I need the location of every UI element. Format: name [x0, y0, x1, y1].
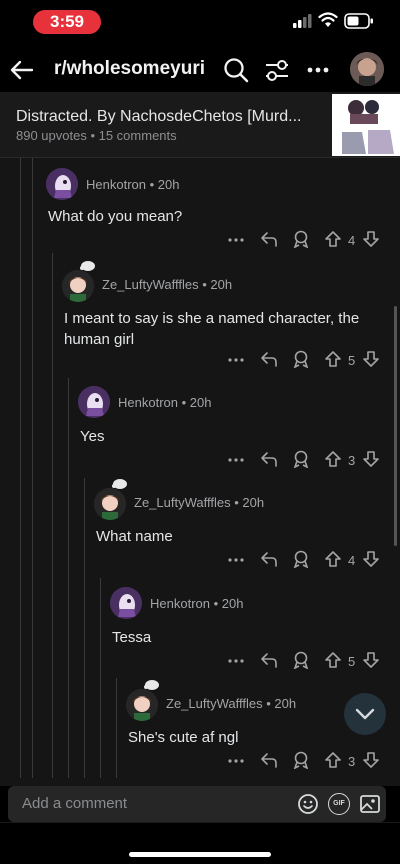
comment-author[interactable]: Henkotron • 20h: [86, 177, 179, 192]
comment-body: I meant to say is she a named character,…: [64, 310, 360, 348]
avatar[interactable]: [110, 587, 142, 619]
award-icon[interactable]: [292, 230, 310, 248]
gif-icon[interactable]: GIF: [328, 793, 350, 815]
avatar[interactable]: [62, 270, 94, 302]
vote-count: 3: [348, 754, 356, 769]
more-horizontal-icon[interactable]: [228, 757, 244, 765]
downvote-icon[interactable]: [362, 450, 380, 468]
reply-icon[interactable]: [260, 450, 278, 468]
comment-actions: 3: [228, 751, 388, 773]
cellular-signal-icon: [293, 14, 312, 28]
post-thumbnail[interactable]: [332, 94, 400, 156]
comment: Henkotron • 20h What do you mean? 4: [46, 168, 396, 263]
thread-line[interactable]: [84, 478, 85, 778]
more-horizontal-icon[interactable]: [228, 236, 244, 244]
more-horizontal-icon[interactable]: [306, 61, 330, 79]
upvote-icon[interactable]: [324, 550, 342, 568]
comment-author[interactable]: Ze_LuftyWafffles • 20h: [134, 495, 264, 510]
avatar[interactable]: [46, 168, 78, 200]
upvote-icon[interactable]: [324, 450, 342, 468]
thread-line[interactable]: [20, 158, 21, 778]
comment-body: What name: [96, 528, 173, 545]
comment-actions: 4: [228, 550, 388, 572]
avatar[interactable]: [78, 386, 110, 418]
battery-icon: [344, 13, 373, 29]
upvote-icon[interactable]: [324, 350, 342, 368]
downvote-icon[interactable]: [362, 350, 380, 368]
comment-actions: 3: [228, 450, 388, 472]
home-indicator[interactable]: [129, 852, 271, 857]
upvote-icon[interactable]: [324, 230, 342, 248]
emoji-icon[interactable]: [296, 792, 320, 816]
comment-author[interactable]: Ze_LuftyWafffles • 20h: [102, 277, 232, 292]
wifi-icon: [318, 12, 338, 27]
comment: Ze_LuftyWafffles • 20h I meant to say is…: [62, 261, 392, 378]
more-horizontal-icon[interactable]: [228, 556, 244, 564]
comment-actions: 5: [228, 651, 388, 673]
reply-icon[interactable]: [260, 751, 278, 769]
thread-line[interactable]: [32, 158, 33, 778]
more-horizontal-icon[interactable]: [228, 456, 244, 464]
comment: Henkotron • 20h Tessa 5: [110, 587, 392, 677]
award-icon[interactable]: [292, 350, 310, 368]
reply-icon[interactable]: [260, 550, 278, 568]
vote-count: 5: [348, 353, 356, 368]
downvote-icon[interactable]: [362, 230, 380, 248]
comment-body: She's cute af ngl: [128, 729, 239, 746]
avatar[interactable]: [126, 689, 158, 721]
upvote-icon[interactable]: [324, 751, 342, 769]
award-icon[interactable]: [292, 751, 310, 769]
status-bar: 3:59: [0, 0, 400, 44]
avatar[interactable]: [94, 488, 126, 520]
top-nav: r/wholesomeyuri: [0, 44, 400, 96]
comment: Henkotron • 20h Yes 3: [78, 386, 392, 476]
thread-line[interactable]: [116, 678, 117, 778]
award-icon[interactable]: [292, 651, 310, 669]
post-title[interactable]: Distracted. By NachosdeChetos [Murd...: [16, 108, 328, 126]
next-comment-button[interactable]: [344, 693, 386, 735]
comment-body: Tessa: [112, 629, 152, 646]
comment-author[interactable]: Henkotron • 20h: [118, 395, 211, 410]
more-horizontal-icon[interactable]: [228, 657, 244, 665]
more-horizontal-icon[interactable]: [228, 356, 244, 364]
upvote-icon[interactable]: [324, 651, 342, 669]
add-comment-bar[interactable]: Add a comment GIF: [8, 786, 386, 822]
comment-author[interactable]: Ze_LuftyWafffles • 20h: [166, 696, 296, 711]
comment-actions: 4: [228, 230, 388, 252]
downvote-icon[interactable]: [362, 651, 380, 669]
reply-icon[interactable]: [260, 350, 278, 368]
subreddit-title[interactable]: r/wholesomeyuri: [54, 58, 205, 80]
reply-icon[interactable]: [260, 230, 278, 248]
chevron-down-icon: [355, 708, 375, 720]
scrollbar[interactable]: [394, 306, 397, 546]
home-indicator-area: [0, 822, 400, 864]
comment-author[interactable]: Henkotron • 20h: [150, 596, 243, 611]
award-icon[interactable]: [292, 450, 310, 468]
back-arrow-icon[interactable]: [6, 54, 38, 86]
reply-icon[interactable]: [260, 651, 278, 669]
comment-thread: Henkotron • 20h What do you mean? 4 Ze_L…: [0, 158, 400, 786]
post-meta: 890 upvotes • 15 comments: [16, 128, 177, 143]
post-header[interactable]: Distracted. By NachosdeChetos [Murd... 8…: [0, 92, 400, 158]
comment: Ze_LuftyWafffles • 20h What name 4: [94, 479, 392, 576]
comment-actions: 5: [228, 350, 388, 372]
vote-count: 3: [348, 453, 356, 468]
status-time: 3:59: [33, 10, 101, 34]
comment-input-placeholder[interactable]: Add a comment: [22, 795, 127, 812]
image-icon[interactable]: [358, 792, 382, 816]
filter-sliders-icon[interactable]: [263, 56, 291, 84]
user-avatar[interactable]: [350, 52, 384, 86]
vote-count: 4: [348, 553, 356, 568]
comment-body: What do you mean?: [48, 208, 183, 225]
award-icon[interactable]: [292, 550, 310, 568]
thread-line[interactable]: [100, 578, 101, 778]
search-icon[interactable]: [222, 56, 250, 84]
downvote-icon[interactable]: [362, 751, 380, 769]
thread-line[interactable]: [68, 378, 69, 778]
vote-count: 5: [348, 654, 356, 669]
vote-count: 4: [348, 233, 356, 248]
comment-body: Yes: [80, 428, 105, 445]
thread-line[interactable]: [52, 253, 53, 778]
downvote-icon[interactable]: [362, 550, 380, 568]
